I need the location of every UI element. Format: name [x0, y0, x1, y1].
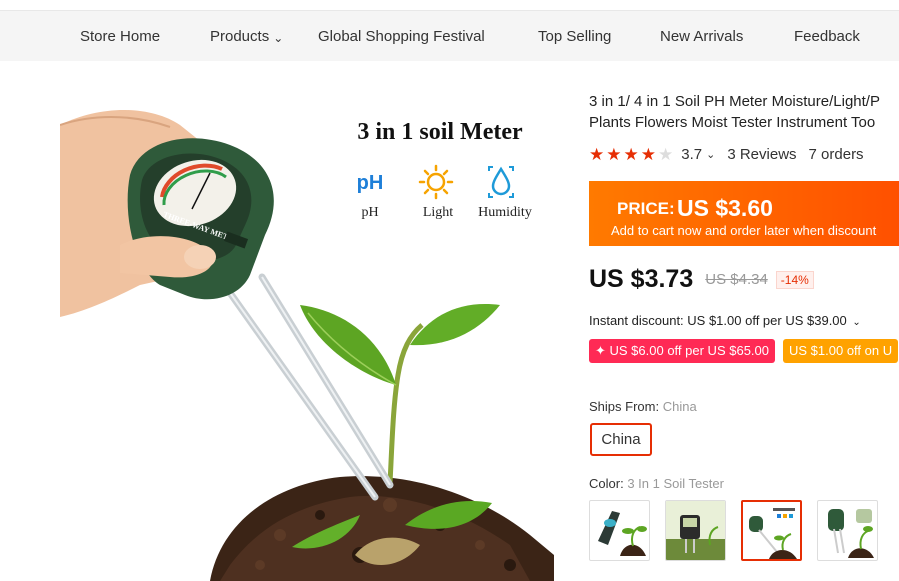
ships-from: Ships From: China: [589, 399, 697, 414]
star-icon: ★: [606, 144, 622, 164]
promo-price-banner: PRICE: US $3.60 Add to cart now and orde…: [589, 181, 899, 246]
color-label: Color:: [589, 476, 624, 491]
variant-image: [828, 509, 874, 558]
nav-products[interactable]: Products ⌄: [210, 11, 283, 61]
product-title-line1: 3 in 1/ 4 in 1 Soil PH Meter Moisture/Li…: [589, 93, 880, 110]
orders-count: 7 orders: [808, 145, 864, 163]
nav-store-home[interactable]: Store Home: [80, 11, 160, 61]
instant-discount[interactable]: Instant discount: US $1.00 off per US $3…: [589, 313, 861, 328]
product-main-image[interactable]: 3 in 1 soil Meter pH pH Light Humidity T…: [60, 85, 554, 581]
nav-top-selling-label: Top Selling: [538, 27, 612, 45]
star-icon: ★: [589, 144, 605, 164]
rating-row: ★ ★ ★ ★ ★ 3.7 ⌄ 3 Reviews 7 orders: [589, 144, 864, 164]
nav-feedback[interactable]: Feedback: [794, 11, 860, 61]
nav-new-arrivals-label: New Arrivals: [660, 27, 744, 45]
nav-feedback-label: Feedback: [794, 27, 860, 45]
promo-subtext: Add to cart now and order later when dis…: [611, 223, 877, 238]
color-value: 3 In 1 Soil Tester: [627, 476, 724, 491]
variant-image: [749, 508, 797, 559]
color-option-thumbnail[interactable]: [817, 500, 878, 561]
sun-icon: [418, 164, 454, 200]
feature-label-ph: pH: [361, 205, 378, 220]
color-option-thumbnail[interactable]: [589, 500, 650, 561]
price-row: US $3.73 US $4.34 -14%: [589, 265, 814, 294]
coupon-button[interactable]: ✦ US $6.00 off per US $65.00: [589, 339, 775, 363]
star-icon: ★: [640, 144, 656, 164]
nav-top-selling[interactable]: Top Selling: [538, 11, 611, 61]
product-title: 3 in 1/ 4 in 1 Soil PH Meter Moisture/Li…: [589, 91, 899, 133]
chevron-down-icon[interactable]: ⌄: [706, 148, 715, 161]
soil-meter-illustration: 3 in 1 soil Meter pH pH Light Humidity T…: [60, 110, 554, 581]
hero-headline: 3 in 1 soil Meter: [357, 119, 523, 145]
nav-new-arrivals[interactable]: New Arrivals: [660, 11, 743, 61]
feature-label-light: Light: [423, 205, 453, 220]
ships-from-value: China: [662, 399, 697, 414]
discount-badge: -14%: [775, 270, 814, 289]
store-nav-bar: Store Home Products ⌄ Global Shopping Fes…: [0, 10, 899, 61]
nav-global-festival-label: Global Shopping Festival: [318, 27, 485, 45]
nav-global-festival[interactable]: Global Shopping Festival: [318, 11, 485, 61]
star-rating[interactable]: ★ ★ ★ ★ ★: [589, 146, 673, 163]
water-drop-icon: [488, 166, 514, 198]
nav-store-home-label: Store Home: [80, 27, 161, 45]
sparkle-icon: ✦: [595, 343, 610, 358]
coupon-label: US $1.00 off on U: [789, 343, 893, 358]
ships-from-label: Ships From:: [589, 399, 660, 414]
ships-from-option-label: China: [601, 431, 641, 448]
star-empty-icon: ★: [658, 144, 674, 164]
original-price: US $4.34: [705, 271, 768, 288]
feature-label-humidity: Humidity: [478, 205, 532, 220]
chevron-down-icon: ⌄: [273, 31, 284, 45]
nav-products-label: Products: [210, 27, 270, 45]
soil-mound: [210, 476, 554, 581]
coupon-button[interactable]: US $1.00 off on U: [783, 339, 899, 363]
ph-text-icon: pH: [357, 172, 384, 194]
color-option-thumbnail[interactable]: [665, 500, 726, 561]
coupon-list: ✦ US $6.00 off per US $65.00 US $1.00 of…: [589, 339, 899, 363]
promo-price-value: US $3.60: [677, 195, 773, 221]
coupon-label: US $6.00 off per US $65.00: [609, 343, 769, 358]
color-option-thumbnail-selected[interactable]: [741, 500, 802, 561]
ships-from-option[interactable]: China: [590, 423, 652, 456]
instant-discount-text: Instant discount: US $1.00 off per US $3…: [589, 313, 847, 328]
rating-value[interactable]: 3.7: [681, 146, 702, 163]
variant-image: [598, 511, 647, 556]
promo-price-label: PRICE:: [617, 199, 675, 218]
svg-text:pH: pH: [357, 172, 384, 194]
star-icon: ★: [623, 144, 639, 164]
product-title-line2: Plants Flowers Moist Tester Instrument T…: [589, 114, 876, 131]
reviews-link[interactable]: 3 Reviews: [727, 146, 796, 163]
color-options: [589, 500, 878, 561]
variant-image: [666, 501, 725, 560]
current-price: US $3.73: [589, 265, 694, 293]
color-selector-label: Color: 3 In 1 Soil Tester: [589, 476, 724, 491]
chevron-down-icon: ⌄: [852, 317, 861, 328]
